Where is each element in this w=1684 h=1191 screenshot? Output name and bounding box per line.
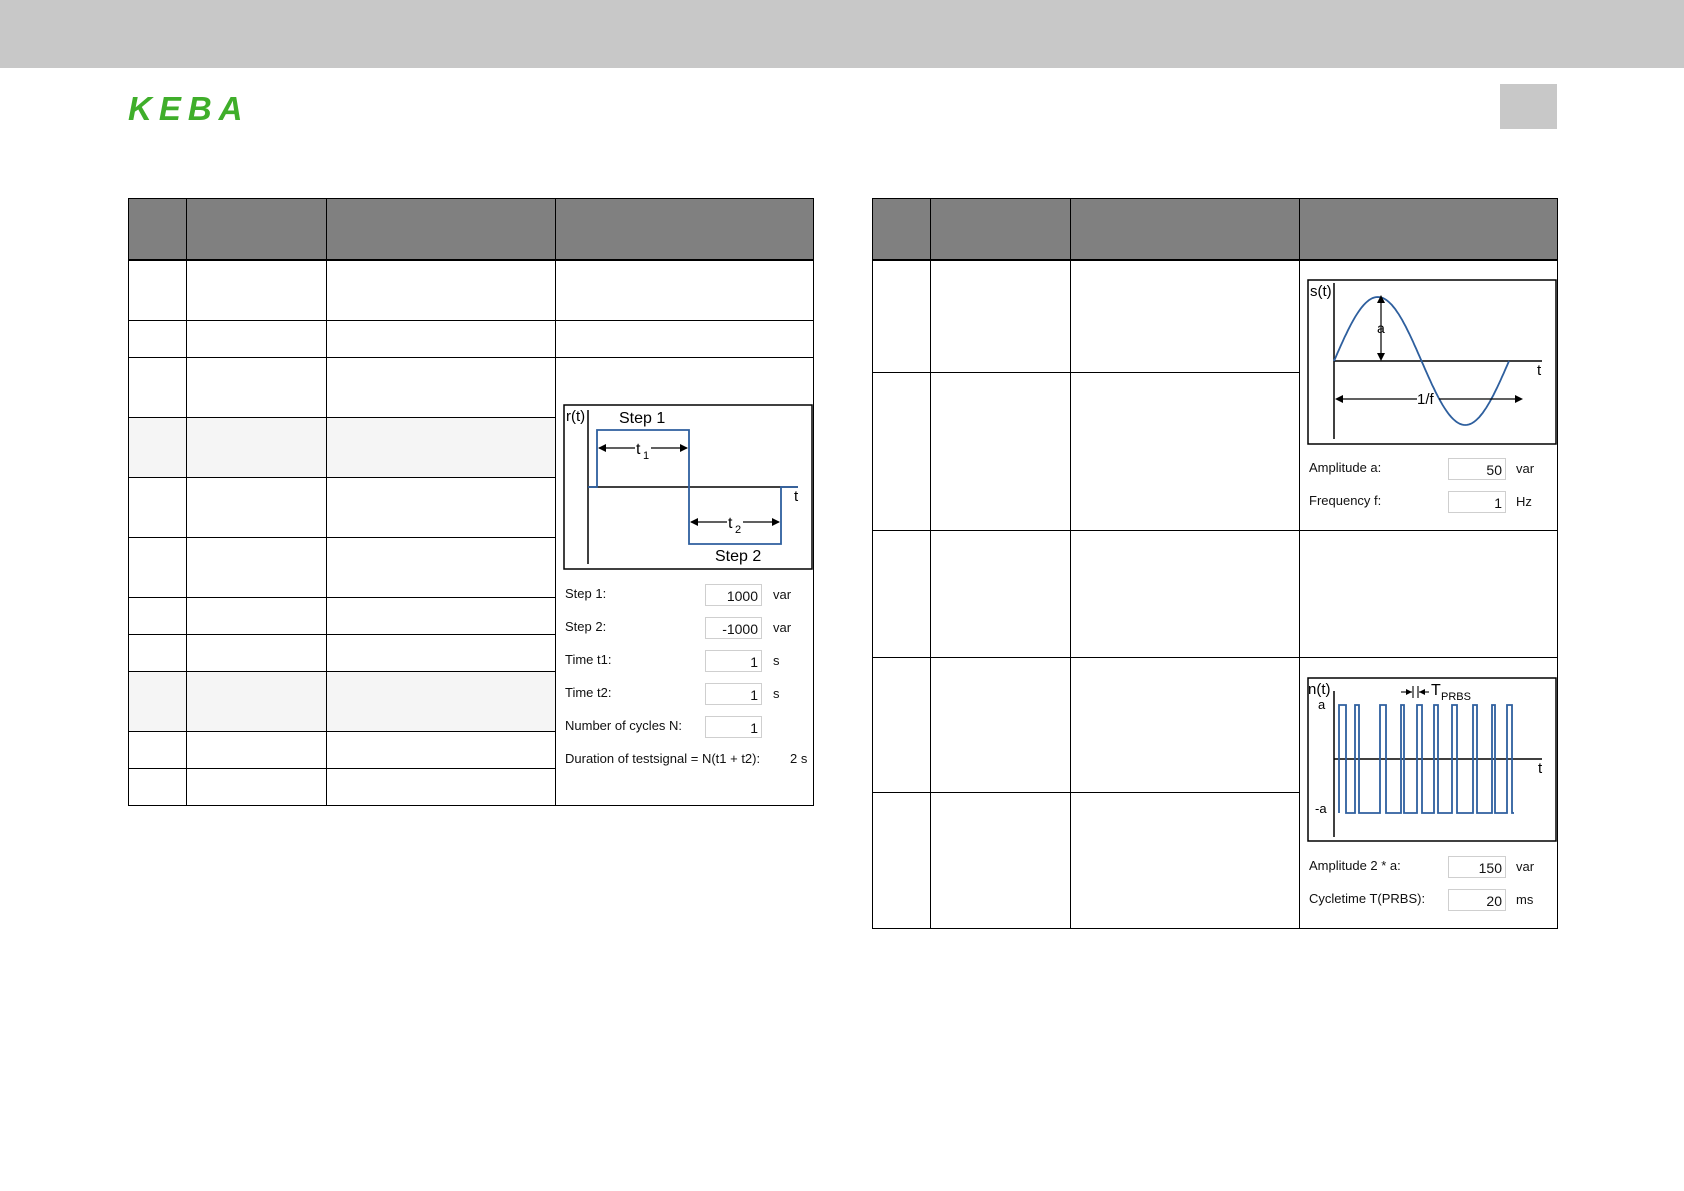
cycletime-field-label: Cycletime T(PRBS): [1309,891,1426,906]
amplitude-field-row: Amplitude a: 50 var [1307,458,1557,482]
duration-value: 2 s [790,751,808,766]
prbs-amplitude-unit: var [1516,859,1535,874]
time-t1-field-row: Time t1: 1 s [563,650,813,674]
step2-field-row: Step 2: -1000 var [563,617,813,641]
prbs-signal-panel: n(t) a -a t T PRBS Amplitude 2 * a: 150 … [1307,677,1557,917]
prbs-top-label: a [1318,697,1326,712]
amplitude-field-label: Amplitude a: [1309,460,1382,475]
table-header-row [128,198,814,261]
t1-label: t [636,441,641,458]
frequency-input[interactable]: 1 [1448,491,1506,513]
t2-subscript: 2 [735,524,741,536]
table-header-row [872,198,1558,261]
step1-field-row: Step 1: 1000 var [563,584,813,608]
sine-diagram: s(t) t a 1/f [1307,279,1557,445]
frequency-unit: Hz [1516,494,1532,509]
tprbs-subscript: PRBS [1441,691,1471,703]
table-row [128,319,814,358]
prbs-amplitude-input[interactable]: 150 [1448,856,1506,878]
amplitude-unit: var [1516,461,1535,476]
step-diagram: r(t) Step 1 t Step 2 t 1 t 2 [563,404,813,570]
time-t1-field-label: Time t1: [565,652,612,667]
table-row [872,529,1558,658]
time-t2-unit: s [773,686,780,701]
step2-label: Step 2 [715,548,761,565]
keba-logo: KEBA [128,90,268,127]
n-axis-label: n(t) [1308,681,1331,698]
logo-text: KEBA [128,90,250,127]
cycletime-input[interactable]: 20 [1448,889,1506,911]
cycles-field-row: Number of cycles N: 1 [563,716,813,740]
step1-label: Step 1 [619,410,665,427]
t2-label: t [728,515,733,532]
prbs-amplitude-field-label: Amplitude 2 * a: [1309,858,1401,873]
time-t2-input[interactable]: 1 [705,683,762,705]
time-t2-field-row: Time t2: 1 s [563,683,813,707]
cycles-field-label: Number of cycles N: [565,718,683,733]
frequency-field-row: Frequency f: 1 Hz [1307,491,1557,515]
page-number-box [1500,84,1557,129]
tprbs-label: T [1431,682,1441,699]
duration-label: Duration of testsignal = N(t1 + t2): [565,751,761,766]
step2-unit: var [773,620,792,635]
step1-field-label: Step 1: [565,586,607,601]
amplitude-input[interactable]: 50 [1448,458,1506,480]
amplitude-label: a [1377,320,1385,336]
r-axis-label: r(t) [566,408,585,425]
step2-input[interactable]: -1000 [705,617,762,639]
table-row [128,259,814,321]
top-bar [0,0,1684,68]
step1-unit: var [773,587,792,602]
s-axis-label: s(t) [1310,283,1332,300]
sine-signal-panel: s(t) t a 1/f Amplitude a: 50 var Frequen… [1307,279,1557,523]
step1-input[interactable]: 1000 [705,584,762,606]
prbs-bottom-label: -a [1315,801,1327,816]
prbs-amplitude-field-row: Amplitude 2 * a: 150 var [1307,856,1557,880]
t1-subscript: 1 [643,450,649,462]
cycletime-unit: ms [1516,892,1534,907]
frequency-field-label: Frequency f: [1309,493,1382,508]
step2-field-label: Step 2: [565,619,607,634]
period-label: 1/f [1417,391,1435,408]
duration-row: Duration of testsignal = N(t1 + t2): 2 s [563,749,813,773]
cycletime-field-row: Cycletime T(PRBS): 20 ms [1307,889,1557,913]
cycles-input[interactable]: 1 [705,716,762,738]
time-t1-input[interactable]: 1 [705,650,762,672]
prbs-diagram: n(t) a -a t T PRBS [1307,677,1557,842]
time-t1-unit: s [773,653,780,668]
time-t2-field-label: Time t2: [565,685,612,700]
step-signal-panel: r(t) Step 1 t Step 2 t 1 t 2 Step 1: 100… [563,404,813,800]
